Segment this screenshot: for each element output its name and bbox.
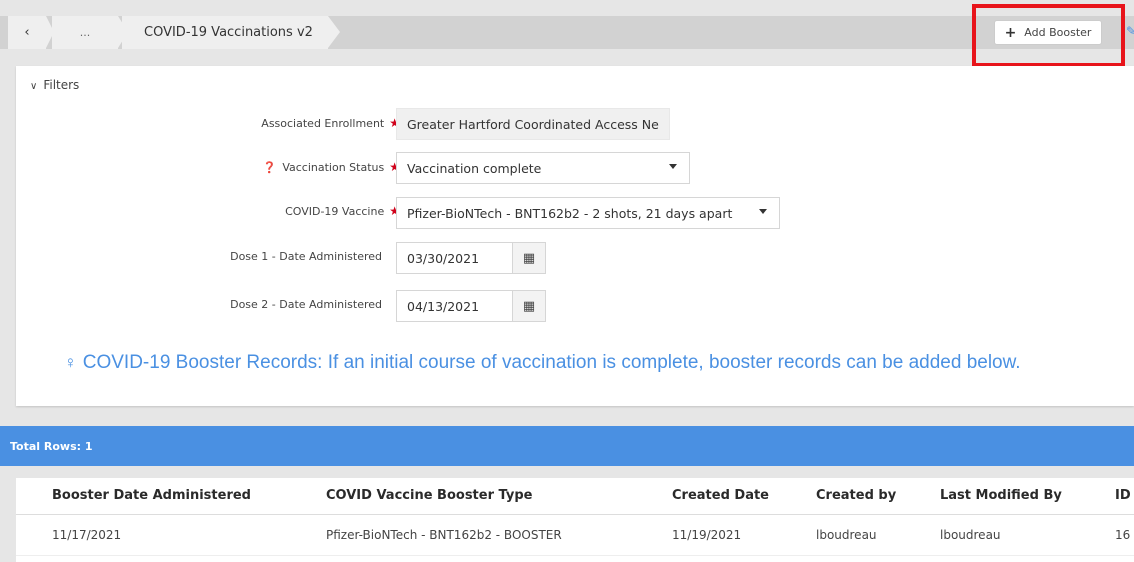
dose1-date-input[interactable]: 03/30/2021 ▦ [396, 242, 546, 274]
dose2-date-input[interactable]: 04/13/2021 ▦ [396, 290, 546, 322]
table-header: Booster Date Administered COVID Vaccine … [16, 478, 1134, 515]
chevron-down-icon: ∨ [30, 81, 38, 92]
help-icon[interactable]: ❓ [263, 161, 277, 174]
covid-vaccine-select[interactable]: Pfizer-BioNTech - BNT162b2 - 2 shots, 21… [396, 197, 780, 229]
covid-vaccine-label-text: COVID-19 Vaccine [285, 205, 385, 218]
dose2-date-value: 04/13/2021 [407, 298, 480, 314]
calendar-icon[interactable]: ▦ [512, 291, 545, 321]
breadcrumb-ellipsis[interactable]: ... [52, 16, 128, 49]
vaccination-status-label-text: Vaccination Status [282, 161, 385, 174]
covid-vaccine-value: Pfizer-BioNTech - BNT162b2 - 2 shots, 21… [407, 205, 733, 221]
total-rows-bar: Total Rows: 1 [0, 426, 1134, 466]
caret-down-icon [759, 209, 767, 214]
dose1-label-text: Dose 1 - Date Administered [230, 250, 382, 263]
breadcrumb-back-button[interactable]: ‹ [8, 16, 54, 49]
cell-created-date: 11/19/2021 [672, 528, 742, 542]
covid-vaccine-label: COVID-19 Vaccine ★ [285, 204, 400, 218]
filters-toggle[interactable]: ∨ Filters [30, 78, 79, 92]
table-row[interactable]: 11/17/2021 Pfizer-BioNTech - BNT162b2 - … [16, 515, 1134, 556]
vaccination-status-label: ❓ Vaccination Status ★ [263, 160, 400, 174]
cell-booster-type: Pfizer-BioNTech - BNT162b2 - BOOSTER [326, 528, 562, 542]
filters-toggle-label: Filters [43, 78, 80, 92]
calendar-icon[interactable]: ▦ [512, 243, 545, 273]
booster-table: Booster Date Administered COVID Vaccine … [16, 478, 1134, 562]
breadcrumb-ellipsis-label: ... [79, 26, 91, 39]
dose1-label: Dose 1 - Date Administered [230, 250, 382, 263]
column-header-created-date[interactable]: Created Date [672, 488, 769, 503]
dose2-label-text: Dose 2 - Date Administered [230, 298, 382, 311]
vaccination-status-value: Vaccination complete [407, 160, 542, 176]
vaccination-status-select[interactable]: Vaccination complete [396, 152, 690, 184]
highlight-box [972, 4, 1125, 67]
associated-enrollment-value: Greater Hartford Coordinated Access Ne [407, 116, 659, 132]
column-header-booster-date[interactable]: Booster Date Administered [52, 488, 251, 503]
booster-info-text: COVID-19 Booster Records: If an initial … [82, 352, 1021, 373]
column-header-created-by[interactable]: Created by [816, 488, 896, 503]
page-title: COVID-19 Vaccinations v2 [144, 25, 313, 40]
booster-info-message: ♀ COVID-19 Booster Records: If an initial… [64, 352, 1074, 374]
caret-down-icon [669, 164, 677, 169]
edit-icon[interactable]: ✎ [1126, 24, 1134, 38]
breadcrumb-current: COVID-19 Vaccinations v2 [122, 16, 340, 49]
column-header-booster-type[interactable]: COVID Vaccine Booster Type [326, 488, 532, 503]
filters-panel: ∨ Filters Associated Enrollment ★ Greater … [16, 66, 1134, 406]
dose1-date-value: 03/30/2021 [407, 250, 480, 266]
column-header-id[interactable]: ID [1115, 488, 1131, 503]
total-rows-label: Total Rows: 1 [10, 439, 93, 453]
associated-enrollment-label: Associated Enrollment ★ [261, 116, 400, 130]
lightbulb-icon: ♀ [64, 353, 77, 372]
column-header-last-modified-by[interactable]: Last Modified By [940, 488, 1062, 503]
breadcrumb: ‹ ... COVID-19 Vaccinations v2 [0, 16, 1134, 49]
cell-booster-date: 11/17/2021 [52, 528, 122, 542]
cell-last-modified-by: lboudreau [940, 528, 1001, 542]
associated-enrollment-field: Greater Hartford Coordinated Access Ne [396, 108, 670, 140]
dose2-label: Dose 2 - Date Administered [230, 298, 382, 311]
associated-enrollment-label-text: Associated Enrollment [261, 117, 385, 130]
chevron-left-icon: ‹ [24, 25, 30, 40]
cell-id: 16 [1115, 528, 1131, 542]
cell-created-by: lboudreau [816, 528, 877, 542]
